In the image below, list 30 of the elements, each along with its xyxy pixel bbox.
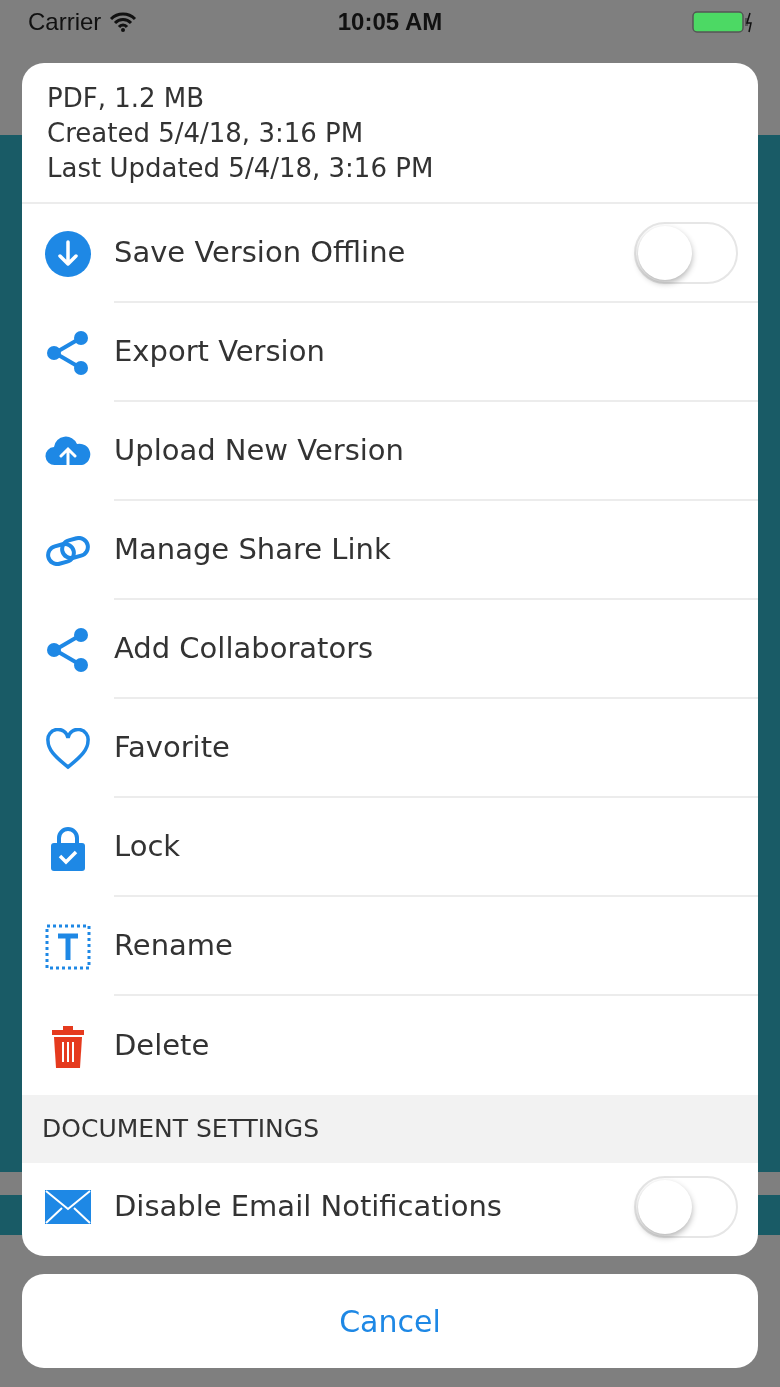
mail-icon <box>45 1189 91 1224</box>
share-icon <box>45 329 91 376</box>
toggle-switch[interactable] <box>634 1175 738 1238</box>
battery-icon <box>692 10 752 34</box>
menu-item-label[interactable]: Lock <box>114 824 738 869</box>
menu-item-label[interactable]: Export Version <box>114 329 738 374</box>
menu-item-label[interactable]: Add Collaborators <box>114 626 738 671</box>
toggle-switch[interactable] <box>634 221 738 284</box>
heart-icon <box>45 727 91 770</box>
trash-icon <box>51 1023 85 1068</box>
section-header: DOCUMENT SETTINGS <box>22 1095 758 1163</box>
file-info-text: PDF, 1.2 MB <box>47 82 206 115</box>
menu-item-label[interactable]: Manage Share Link <box>114 527 738 572</box>
share-icon <box>45 626 91 673</box>
menu-item-label[interactable]: Disable Email Notifications <box>114 1184 634 1229</box>
cancel-button[interactable]: Cancel <box>22 1274 758 1368</box>
carrier-label: Carrier <box>28 7 102 37</box>
time-label: 10:05 AM <box>337 7 443 37</box>
menu-item-label[interactable]: Delete <box>114 1023 738 1068</box>
menu-item-label[interactable]: Save Version Offline <box>114 230 634 275</box>
text-box-icon <box>45 923 91 970</box>
wifi-icon <box>109 12 138 32</box>
menu-item-label[interactable]: Favorite <box>114 725 738 770</box>
menu-item-label[interactable]: Upload New Version <box>114 428 738 473</box>
file-info-text: Last Updated 5/4/18, 3:16 PM <box>47 152 435 185</box>
link-icon <box>45 535 91 566</box>
download-icon <box>45 230 91 277</box>
menu-item-label[interactable]: Rename <box>114 923 738 968</box>
file-info-text: Created 5/4/18, 3:16 PM <box>47 117 365 150</box>
lock-icon <box>50 824 86 871</box>
